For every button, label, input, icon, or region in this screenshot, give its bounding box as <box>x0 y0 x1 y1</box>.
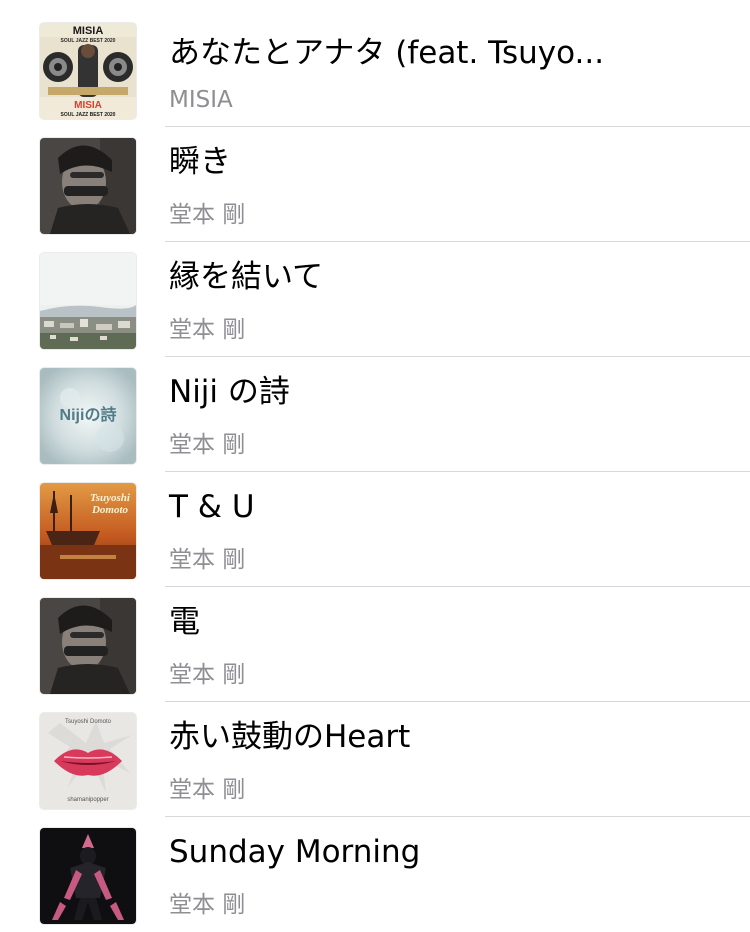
song-row[interactable]: 縁を結いて 堂本 剛 <box>0 242 750 357</box>
red-lips-cover-image: Tsuyoshi Domoto shamanipopper <box>40 713 136 809</box>
art-text-misia-sub: SOUL JAZZ BEST 2020 <box>61 38 116 44</box>
city-landscape-cover-image <box>40 253 136 349</box>
album-art-landscape <box>40 253 136 349</box>
song-row[interactable]: MISIA SOUL JAZZ BEST 2020 MISIA SOUL JAZ… <box>0 0 750 127</box>
song-artist: 堂本 剛 <box>169 202 246 228</box>
art-text-misia-bottom-sub: SOUL JAZZ BEST 2020 <box>61 112 116 118</box>
song-row[interactable]: Sunday Morning 堂本 剛 <box>0 817 750 932</box>
niji-no-uta-cover-image: Nijiの詩 <box>40 368 136 464</box>
song-row[interactable]: Nijiの詩 Niji の詩 堂本 剛 <box>0 357 750 472</box>
album-art-misia: MISIA SOUL JAZZ BEST 2020 MISIA SOUL JAZ… <box>40 23 136 119</box>
song-row[interactable]: 電 堂本 剛 <box>0 587 750 702</box>
art-text-lips-top: Tsuyoshi Domoto <box>65 719 112 725</box>
song-artist: 堂本 剛 <box>169 547 246 573</box>
song-title: 瞬き <box>169 144 231 180</box>
song-title: あなたとアナタ (feat. Tsuyo... <box>169 35 605 71</box>
portrait-hand-over-face-cover-image <box>40 138 136 234</box>
song-artist: 堂本 剛 <box>169 662 246 688</box>
art-text-misia-bottom: MISIA <box>74 100 102 111</box>
art-text-lips-bottom: shamanipopper <box>67 797 108 803</box>
album-art-ship: Tsuyoshi Domoto <box>40 483 136 579</box>
portrait-hand-over-face-cover-image <box>40 598 136 694</box>
art-text-domoto: Domoto <box>91 504 129 516</box>
song-title: 電 <box>169 604 200 640</box>
song-artist: 堂本 剛 <box>169 892 246 918</box>
art-text-niji: Nijiの詩 <box>60 405 117 424</box>
song-title: 縁を結いて <box>169 259 324 295</box>
album-art-portrait <box>40 138 136 234</box>
dark-figure-cover-image <box>40 828 136 924</box>
song-title: 赤い鼓動のHeart <box>169 719 411 755</box>
album-art-portrait <box>40 598 136 694</box>
album-art-dark <box>40 828 136 924</box>
song-artist: 堂本 剛 <box>169 432 246 458</box>
song-row[interactable]: Tsuyoshi Domoto T & U 堂本 剛 <box>0 472 750 587</box>
art-text-tsuyoshi: Tsuyoshi <box>90 492 131 504</box>
song-artist: 堂本 剛 <box>169 317 246 343</box>
song-artist: 堂本 剛 <box>169 777 246 803</box>
album-art-lips: Tsuyoshi Domoto shamanipopper <box>40 713 136 809</box>
album-art-niji: Nijiの詩 <box>40 368 136 464</box>
song-row[interactable]: 瞬き 堂本 剛 <box>0 127 750 242</box>
art-text-misia-top: MISIA <box>73 25 104 37</box>
tsuyoshi-domoto-ship-cover-image: Tsuyoshi Domoto <box>40 483 136 579</box>
song-title: Sunday Morning <box>169 834 421 870</box>
misia-soul-jazz-best-2020-cover-image: MISIA SOUL JAZZ BEST 2020 MISIA SOUL JAZ… <box>40 23 136 119</box>
song-list: MISIA SOUL JAZZ BEST 2020 MISIA SOUL JAZ… <box>0 0 750 932</box>
song-row[interactable]: Tsuyoshi Domoto shamanipopper 赤い鼓動のHeart… <box>0 702 750 817</box>
song-artist: MISIA <box>169 87 233 113</box>
song-title: T & U <box>169 489 255 525</box>
song-title: Niji の詩 <box>169 374 290 410</box>
